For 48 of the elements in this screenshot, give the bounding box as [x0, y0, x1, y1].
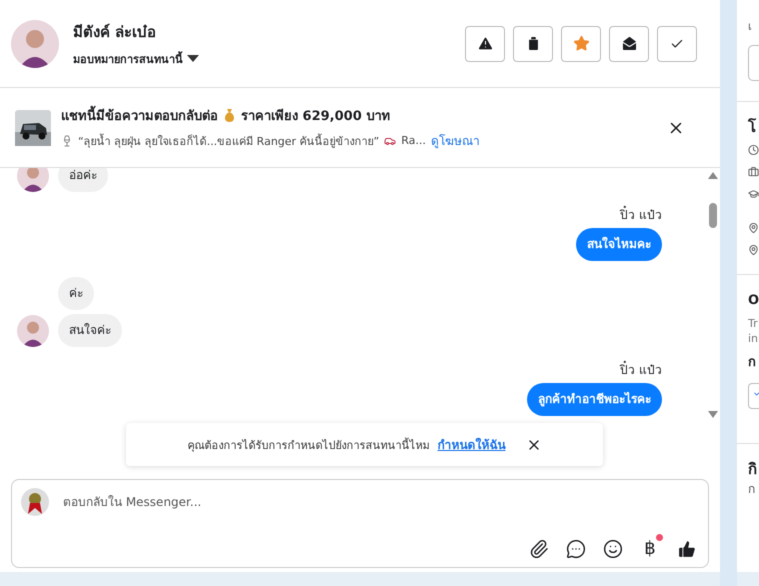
message-bubble: ลูกค้าทำอาชีพอะไรคะ: [527, 383, 662, 416]
location-pin-icon: [748, 244, 759, 256]
currency-button[interactable]: ฿: [639, 538, 661, 559]
briefcase-icon: [748, 166, 759, 178]
sender-name: ปิ๋ว แป๋ว: [620, 363, 662, 378]
clock-icon: [748, 144, 759, 156]
warning-icon: [476, 35, 494, 52]
option-label: ก: [748, 355, 757, 371]
money-bag-icon: [223, 108, 236, 123]
assign-to-me-link[interactable]: กำหนดให้ฉัน: [438, 435, 506, 454]
thumbs-up-icon[interactable]: [676, 538, 698, 559]
paperclip-icon[interactable]: [528, 538, 550, 559]
message-bubble: อ่อค่ะ: [58, 168, 108, 192]
section-note: ก: [748, 482, 756, 496]
notice-text: คุณต้องการได้รับการกำหนดไปยังการสนทนานี้ไหม: [188, 436, 430, 454]
graduation-cap-icon: [748, 188, 759, 200]
section-note: Tr: [748, 316, 759, 330]
section-heading: โ: [748, 118, 757, 136]
sender-name: ปิ๋ว แป๋ว: [620, 208, 662, 223]
section-heading: O: [748, 293, 759, 309]
message-bubble: ค่ะ: [58, 277, 94, 310]
field-label: เ: [748, 20, 753, 34]
location-pin-icon: [748, 222, 759, 234]
delete-button[interactable]: [513, 26, 553, 62]
alert-button[interactable]: [465, 26, 505, 62]
section-note: in: [748, 332, 759, 346]
ad-quote-more: Ra...: [401, 134, 426, 147]
ad-quote: “ลุยน้ำ ลุยฝุ่น ลุยใจเธอก็ได้...ขอแค่มี Ranger คันนี้อยู่ข้างกาย”: [78, 132, 380, 150]
assign-dropdown[interactable]: มอบหมายการสนทนานี้: [73, 50, 199, 68]
banner-price: ราคาเพียง 629,000 บาท: [241, 108, 390, 126]
avatar: [11, 20, 59, 68]
star-button[interactable]: [561, 26, 601, 62]
section-heading: กิ: [748, 460, 758, 478]
caret-icon: [187, 54, 199, 62]
notification-dot: [656, 534, 663, 541]
envelope-icon: [620, 35, 638, 52]
smiley-icon[interactable]: [602, 538, 624, 559]
banner-title: แชทนี้มีข้อความตอบกลับต่อ: [61, 105, 218, 126]
contact-name: มีตังค์ ล่ะเบ๋อ: [73, 22, 158, 42]
message-bubble: สนใจไหมคะ: [576, 228, 662, 261]
view-ad-link[interactable]: ดูโฆษณา: [430, 131, 480, 150]
star-icon: [572, 35, 590, 52]
chat-bubble-icon[interactable]: [565, 538, 587, 559]
page-avatar: [21, 488, 49, 516]
unread-button[interactable]: [609, 26, 649, 62]
avatar: [17, 315, 49, 347]
cocktail-glass-icon: [61, 134, 73, 146]
message-bubble: สนใจค่ะ: [58, 314, 122, 347]
